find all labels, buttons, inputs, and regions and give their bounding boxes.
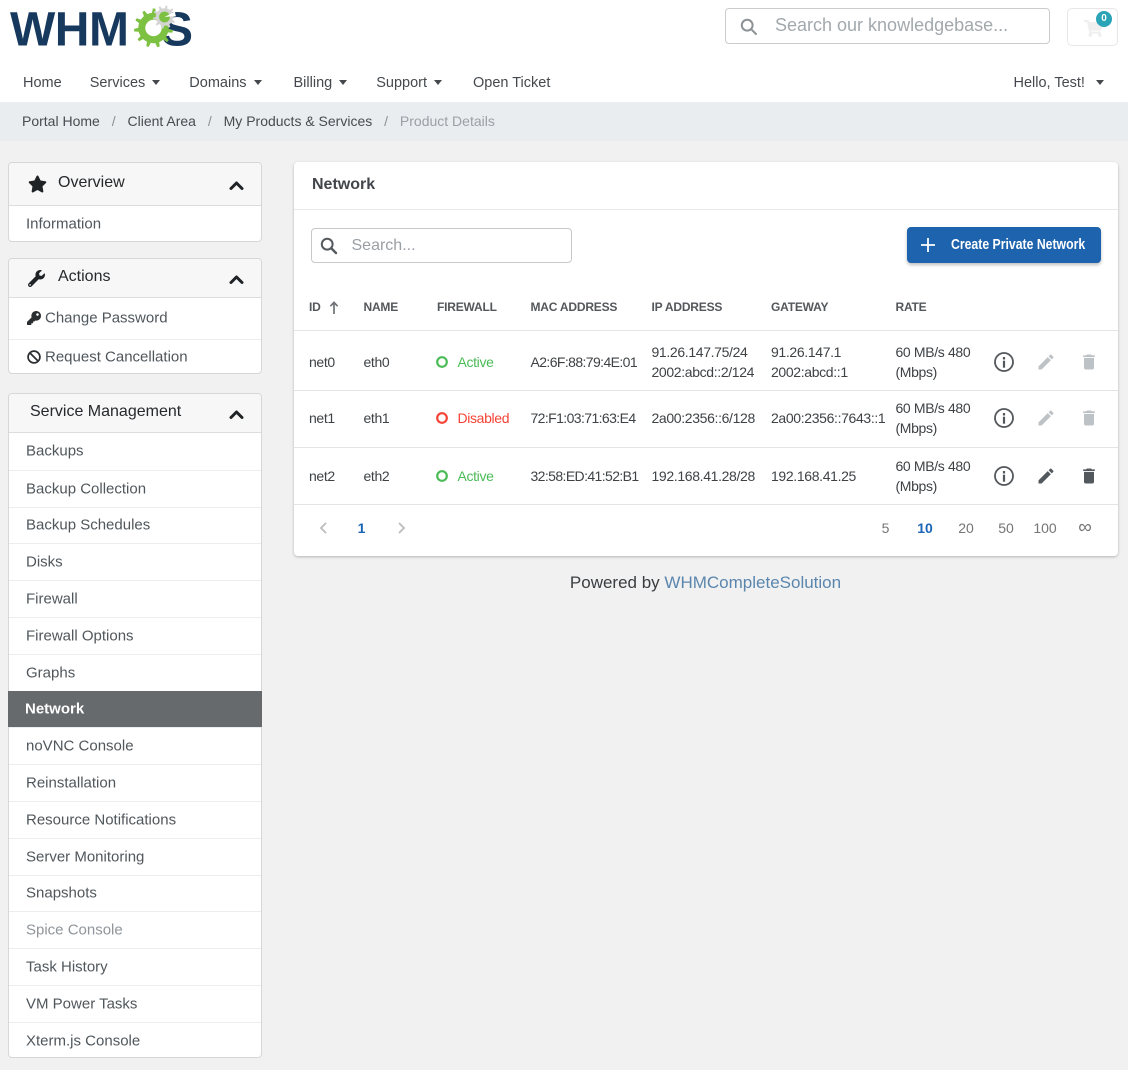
svg-text:WHM: WHM <box>10 5 128 57</box>
